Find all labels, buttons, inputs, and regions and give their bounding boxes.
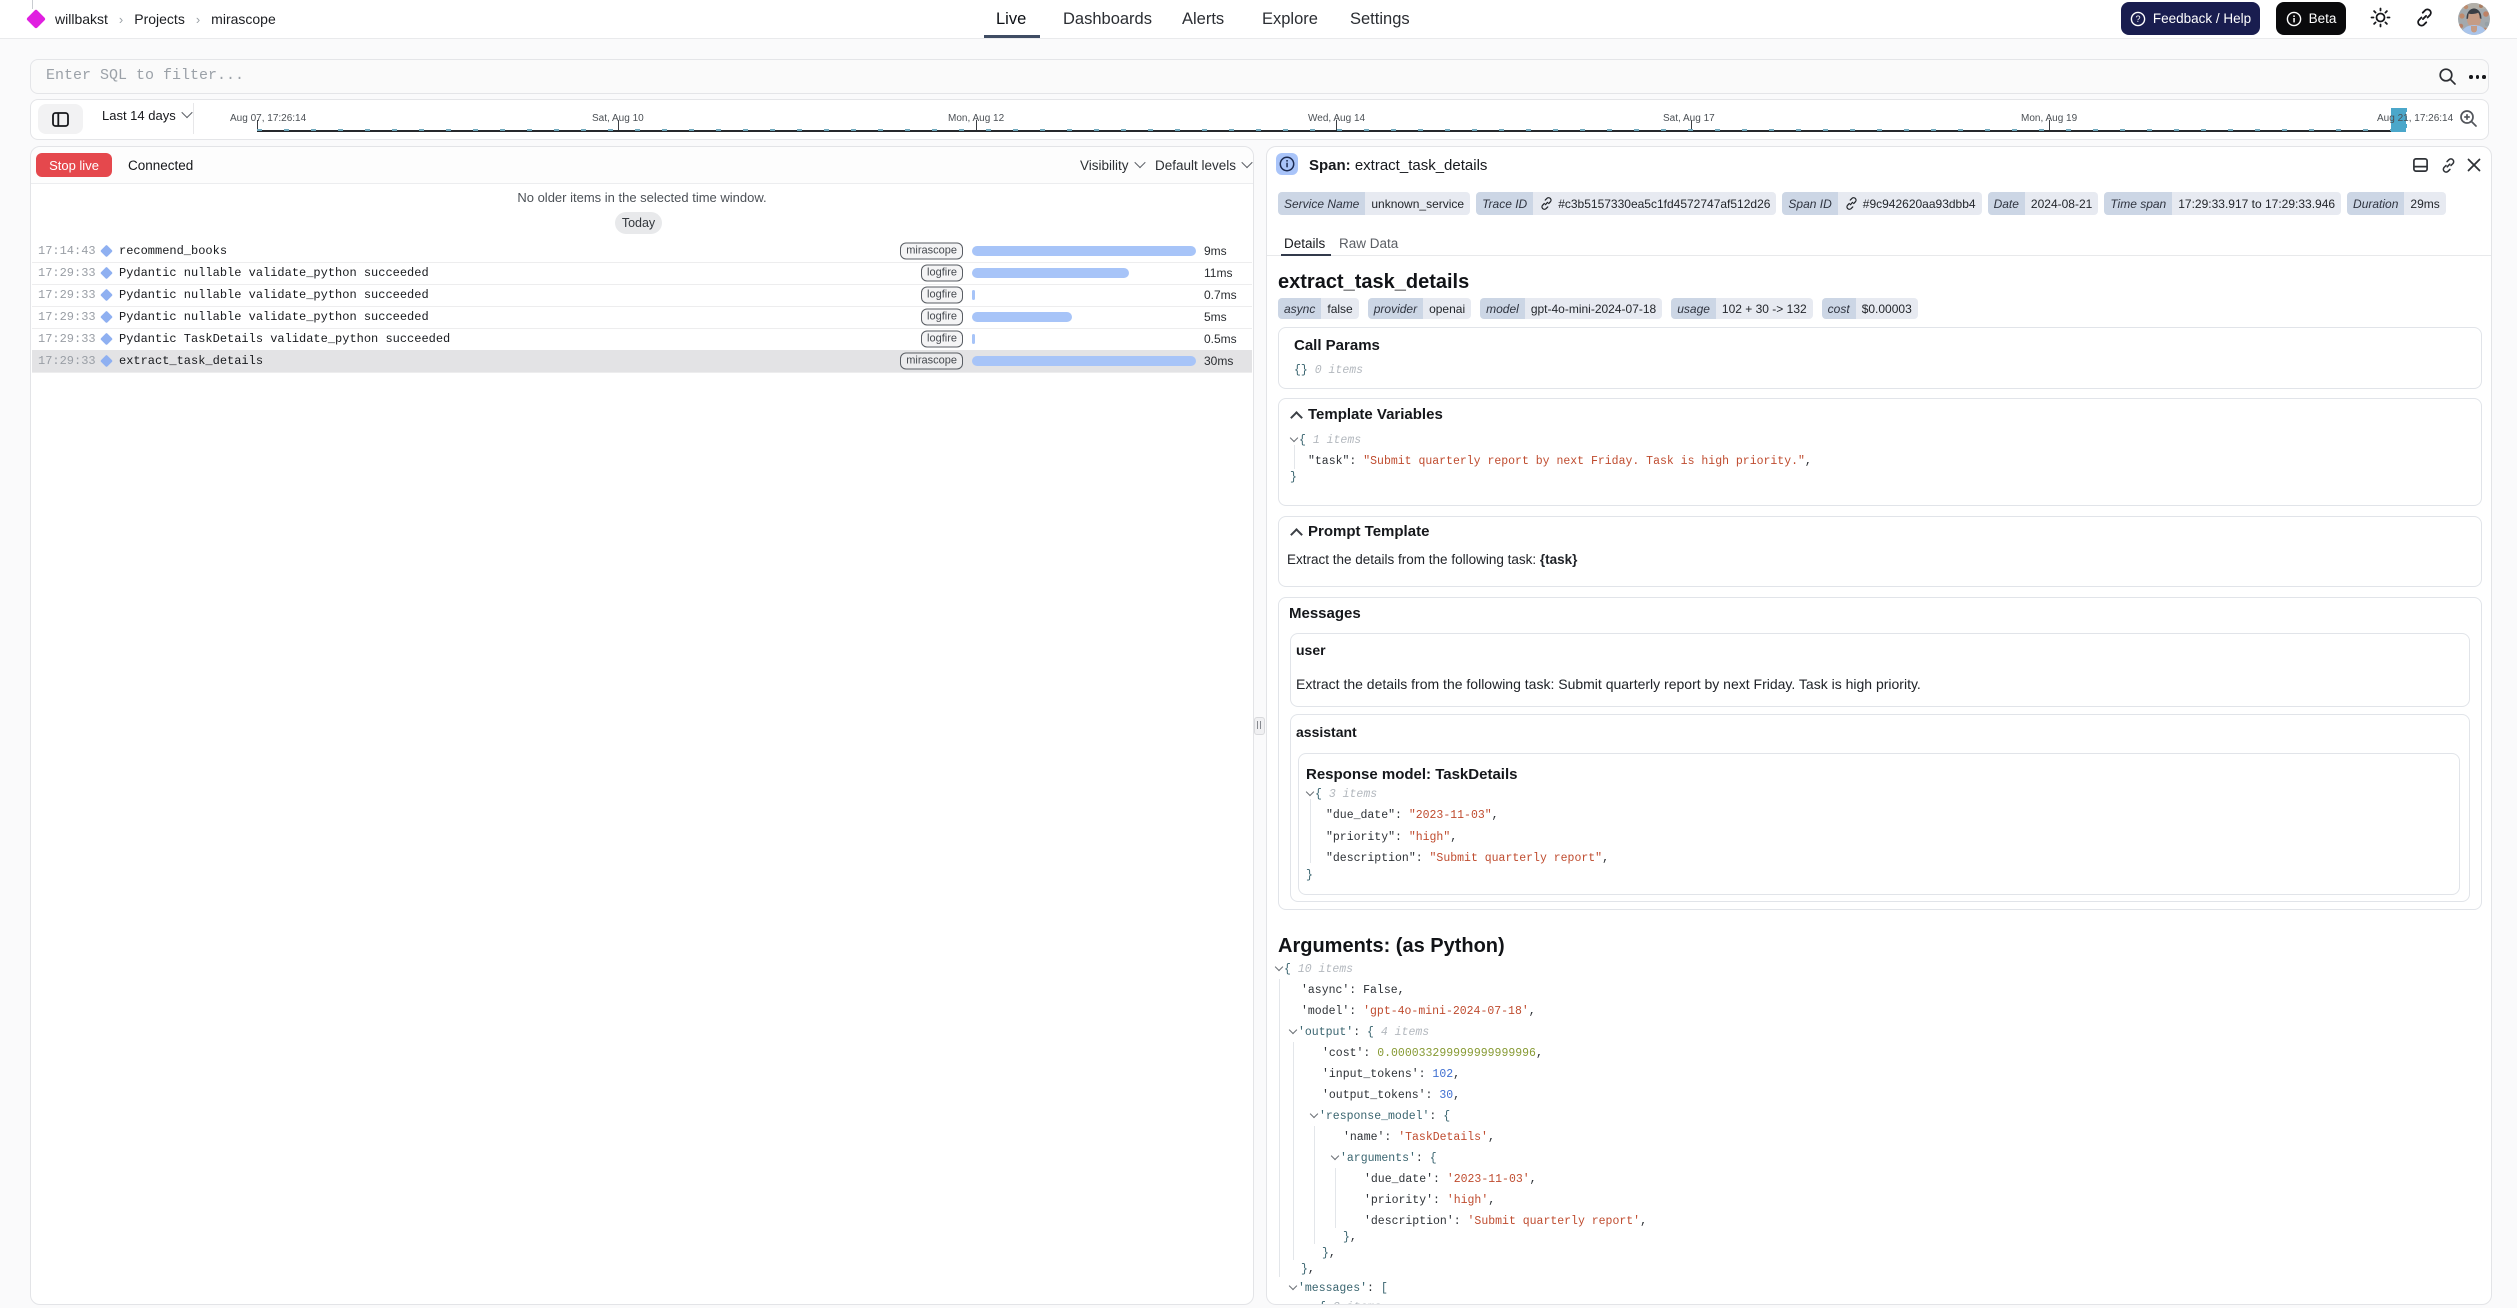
svg-text:?: ? — [2135, 14, 2140, 24]
